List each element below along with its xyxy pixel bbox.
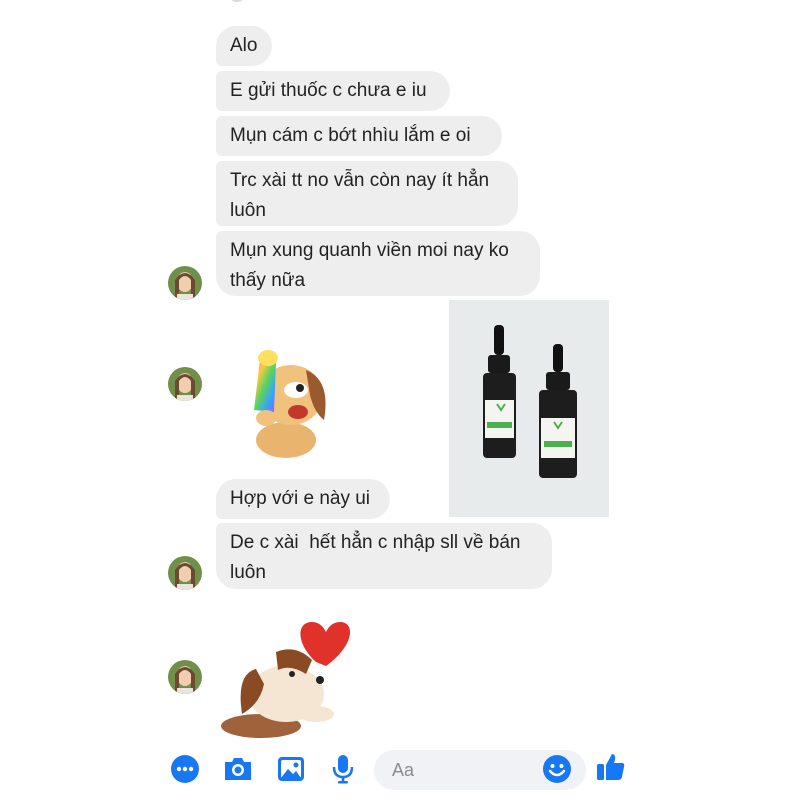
message-bubble: E gửi thuốc c chưa e iu	[216, 71, 450, 111]
product-photo[interactable]	[449, 300, 609, 517]
avatar[interactable]	[168, 367, 202, 401]
avatar[interactable]	[168, 266, 202, 300]
message-input[interactable]	[390, 759, 534, 782]
message-bubble: De c xài hết hẳn c nhập sll về bán luôn	[216, 523, 552, 589]
message-bubble: Mụn xung quanh viền moi nay ko thấy nữa	[216, 231, 540, 296]
microphone-icon[interactable]	[326, 752, 360, 786]
more-icon[interactable]	[168, 752, 202, 786]
avatar[interactable]	[168, 556, 202, 590]
gallery-icon[interactable]	[274, 752, 308, 786]
message-bubble: Alo	[216, 26, 272, 66]
dog-heart-sticker[interactable]	[216, 614, 356, 738]
thumbs-up-icon[interactable]	[594, 750, 628, 784]
message-bubble: Mụn cám c bớt nhìu lắm e oi	[216, 116, 502, 156]
cut-header	[200, 0, 400, 4]
message-bubble: Hợp với e này ui	[216, 479, 390, 519]
avatar[interactable]	[168, 660, 202, 694]
camera-icon[interactable]	[221, 752, 255, 786]
message-bubble: Trc xài tt no vẫn còn nay ít hẳn luôn	[216, 161, 518, 226]
dog-rainbow-sticker[interactable]	[236, 340, 336, 460]
emoji-icon[interactable]	[540, 752, 574, 786]
